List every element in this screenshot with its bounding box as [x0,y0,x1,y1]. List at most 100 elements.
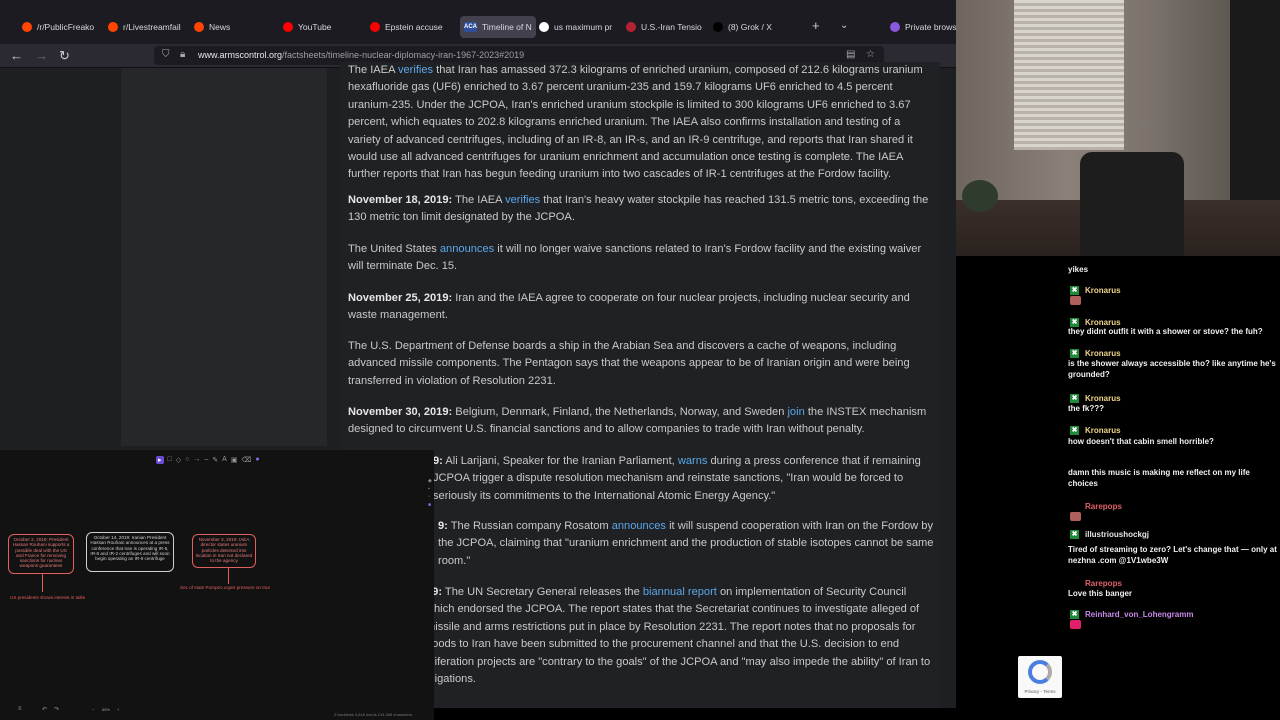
diamond-tool-icon[interactable]: ◇ [176,456,181,464]
connector-line [42,574,43,592]
stream-chat: yikes ✖ Kronarus they didnt outfit it with … [1066,256,1280,720]
tab-8[interactable]: (8) Grok / X [713,16,772,38]
article-paragraph: The United States announces it will no l… [348,241,936,276]
webcam-overlay [956,0,1280,256]
board-note: Sec of state Pompeo urges pressure on Ir… [180,585,271,590]
zoom-level: 68% [102,707,111,712]
zoom-in-icon[interactable]: + [117,707,119,712]
side-tool-icon[interactable]: ▫ [428,494,434,500]
chat-username[interactable]: ✖ Kronarus [1070,392,1121,404]
aca-icon: ACA [464,22,477,32]
document-stats: 0 backlinks 3,818 words 214,068 characte… [334,712,413,717]
entry-date: November 25, 2019: [348,292,453,304]
tab-7[interactable]: U.S.-Iran Tensio [626,16,702,38]
x-icon [713,22,723,32]
article-link[interactable]: biannual report [643,586,717,598]
text-tool-icon[interactable]: A [222,456,227,464]
zoom-out-icon[interactable]: − [92,707,94,712]
side-tool-icon[interactable]: ◆ [428,478,434,484]
tab-list-chevron-icon[interactable]: ⌄ [840,20,848,31]
ellipse-tool-icon[interactable]: ○ [185,456,189,464]
reddit-icon [22,22,32,32]
recaptcha-links[interactable]: Privacy - Terms [1018,689,1062,694]
article-paragraph: 9: Ali Larijani, Speaker for the Iranian… [433,453,936,505]
chat-username[interactable]: Rarepops [1070,500,1122,512]
side-tool-icon[interactable]: ■ [428,502,434,508]
article-link[interactable]: announces [440,243,494,255]
library-tool-icon[interactable]: ● [255,456,259,464]
tab-6[interactable]: us maximum pr [539,16,612,38]
menu-icon[interactable]: ≡ [18,706,22,712]
chat-emote-icon [1070,620,1081,629]
eraser-tool-icon[interactable]: ⌫ [241,456,251,464]
article-link[interactable]: join [787,406,804,418]
side-tool-icon[interactable]: ▪ [428,486,434,492]
tracking-shield-icon[interactable]: ⛉ [162,49,170,60]
redo-icon[interactable]: ↷ [54,706,59,713]
article-link[interactable]: warns [678,455,708,467]
undo-icon[interactable]: ↶ [42,706,47,713]
webcam-plant [962,180,998,212]
username-text: Rarepops [1085,501,1122,511]
article-text: that Iran has amassed 372.3 kilograms of… [348,64,923,181]
tab-label: Epstein accuse [385,22,443,32]
recaptcha-logo-icon [1028,660,1052,684]
pencil-tool-icon[interactable]: ✎ [212,456,218,464]
chat-message: the fk??? [1068,404,1104,413]
chat-message: how doesn't that cabin smell horrible? [1068,437,1214,446]
article-link[interactable]: verifies [505,194,540,206]
lock-icon[interactable]: 🔒︎ [180,49,185,60]
rectangle-tool-icon[interactable]: □ [168,456,172,464]
bookmark-star-icon[interactable]: ☆ [866,49,875,60]
timeline-card[interactable]: October 2, 2019: President Hassan Rouhan… [8,534,74,574]
article-text: The U.S. Department of Defense boards a … [348,340,910,387]
entry-date: November 30, 2019: [348,406,453,418]
whiteboard-overlay: ▸ □ ◇ ○ → – ✎ A ▣ ⌫ ● October 2, 2019: P… [0,450,434,720]
select-tool-icon[interactable]: ▸ [156,456,164,464]
image-tool-icon[interactable]: ▣ [231,456,238,464]
private-mask-icon [890,22,900,32]
timeline-card[interactable]: October 14, 2019: Iranian President Hass… [86,532,174,572]
chat-message: damn this music is making me reflect on … [1068,468,1250,488]
timeline-card[interactable]: November 3, 2019: IAEA director states u… [192,534,256,568]
tab-5[interactable]: ACATimeline of N× [460,16,536,38]
article-link[interactable]: announces [612,520,666,532]
youtube-icon [283,22,293,32]
board-note: US presidents shows interest in talks [10,595,86,600]
tab-1[interactable]: r/Livestreamfail [108,16,181,38]
username-text: illustrioushockgj [1085,529,1150,539]
chat-username[interactable]: ✖ Kronarus [1070,347,1121,359]
tab-3[interactable]: YouTube [283,16,331,38]
webcam-chair [1080,152,1184,256]
chat-username[interactable]: ✖ illustrioushockgj [1070,528,1149,540]
connector-line [228,568,229,584]
forward-arrow-icon[interactable]: → [35,48,48,63]
recaptcha-badge[interactable]: Privacy - Terms [1018,656,1062,698]
chat-username[interactable]: ✖ Kronarus [1070,284,1121,296]
entry-date: 9: [438,520,448,532]
chat-username[interactable]: ✖ Reinhard_von_Lohengramm [1070,608,1193,620]
article-text: The Russian company Rosatom [447,520,612,532]
username-text: Rarepops [1085,578,1122,588]
reader-view-icon[interactable]: ▤ [846,49,855,60]
article-link[interactable]: verifies [398,64,433,76]
username-text: Kronarus [1085,348,1121,358]
tab-0[interactable]: /r/PublicFreako [22,16,94,38]
tab-2[interactable]: News [194,16,230,38]
chat-username[interactable]: ✖ Kronarus [1070,316,1121,328]
moderator-badge-icon: ✖ [1070,285,1079,295]
new-tab-icon[interactable]: + [812,18,820,33]
username-text: Kronarus [1085,393,1121,403]
google-icon [539,22,549,32]
moderator-badge-icon: ✖ [1070,529,1079,539]
back-arrow-icon[interactable]: ← [10,48,23,63]
reload-icon[interactable]: ↻ [59,48,70,64]
line-tool-icon[interactable]: – [204,456,208,464]
tab-4[interactable]: Epstein accuse [370,16,443,38]
chat-username[interactable]: ✖ Kronarus [1070,424,1121,436]
youtube-icon [370,22,380,32]
arrow-tool-icon[interactable]: → [193,456,200,464]
moderator-badge-icon: ✖ [1070,425,1079,435]
tab-label: (8) Grok / X [728,22,772,32]
private-browsing-indicator: Private browsi [890,16,958,38]
